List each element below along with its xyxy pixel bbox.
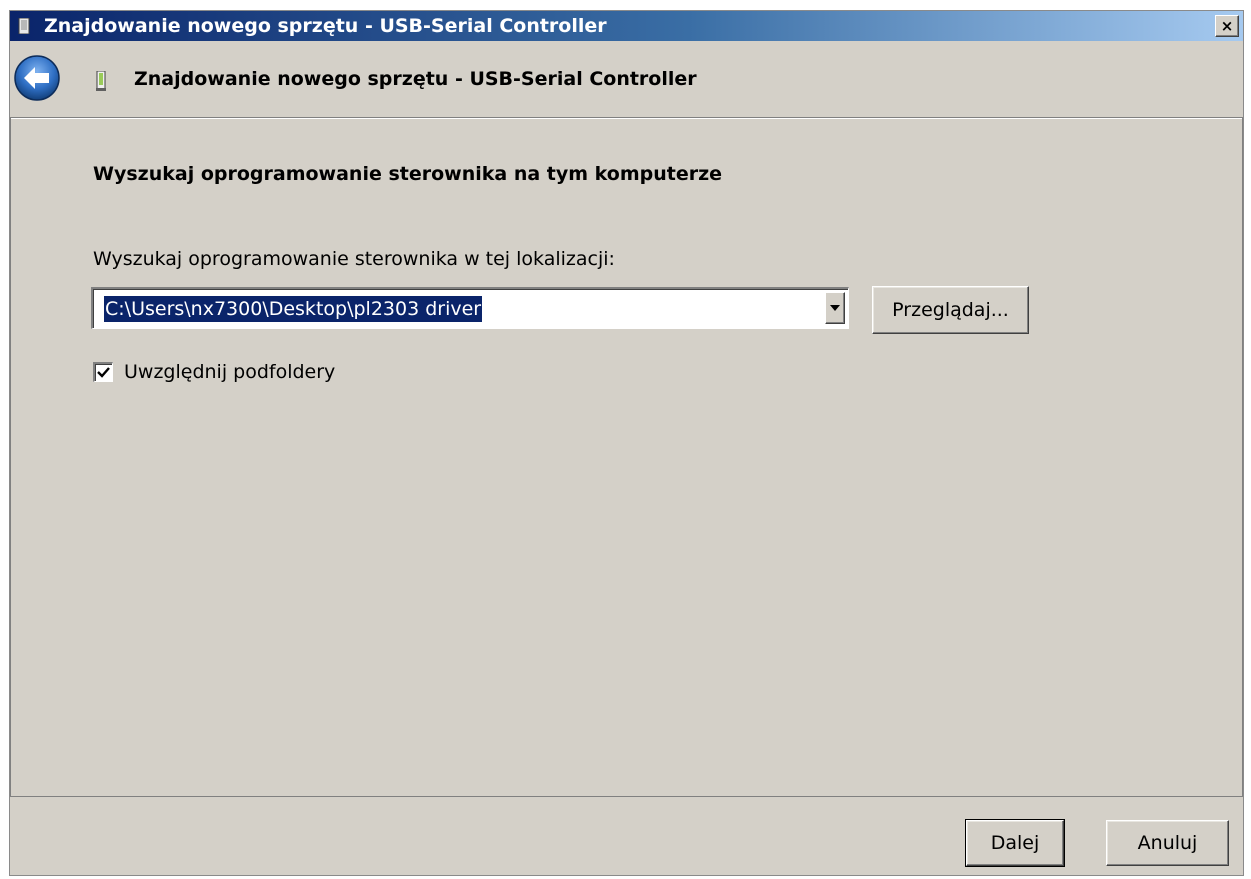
include-subfolders-label[interactable]: Uwzględnij podfoldery [124, 361, 335, 383]
browse-button[interactable]: Przeglądaj... [872, 286, 1029, 334]
back-button[interactable] [12, 53, 62, 103]
window-title: Znajdowanie nowego sprzętu - USB-Serial … [44, 15, 607, 37]
path-combobox[interactable]: C:\Users\nx7300\Desktop\pl2303 driver [91, 287, 849, 329]
back-arrow-icon [14, 55, 60, 101]
next-button[interactable]: Dalej [965, 819, 1065, 867]
usb-device-icon [95, 70, 107, 91]
wizard-content: Wyszukaj oprogramowanie sterownika na ty… [10, 117, 1243, 797]
cancel-button[interactable]: Anuluj [1106, 820, 1229, 866]
path-input[interactable]: C:\Users\nx7300\Desktop\pl2303 driver [104, 296, 483, 322]
dropdown-button[interactable] [825, 292, 845, 324]
wizard-window: Znajdowanie nowego sprzętu - USB-Serial … [9, 10, 1244, 876]
include-subfolders-checkbox[interactable] [93, 362, 113, 382]
page-heading: Wyszukaj oprogramowanie sterownika na ty… [93, 163, 723, 185]
title-bar[interactable]: Znajdowanie nowego sprzętu - USB-Serial … [10, 11, 1243, 41]
usb-device-icon [18, 18, 30, 34]
chevron-down-icon [830, 305, 840, 311]
close-icon: × [1220, 17, 1234, 35]
close-button[interactable]: × [1215, 15, 1239, 37]
location-label: Wyszukaj oprogramowanie sterownika w tej… [93, 248, 615, 270]
include-subfolders-option[interactable]: Uwzględnij podfoldery [93, 361, 335, 383]
checkmark-icon [97, 367, 110, 378]
wizard-header: Znajdowanie nowego sprzętu - USB-Serial … [10, 41, 1243, 116]
header-title: Znajdowanie nowego sprzętu - USB-Serial … [134, 68, 697, 90]
